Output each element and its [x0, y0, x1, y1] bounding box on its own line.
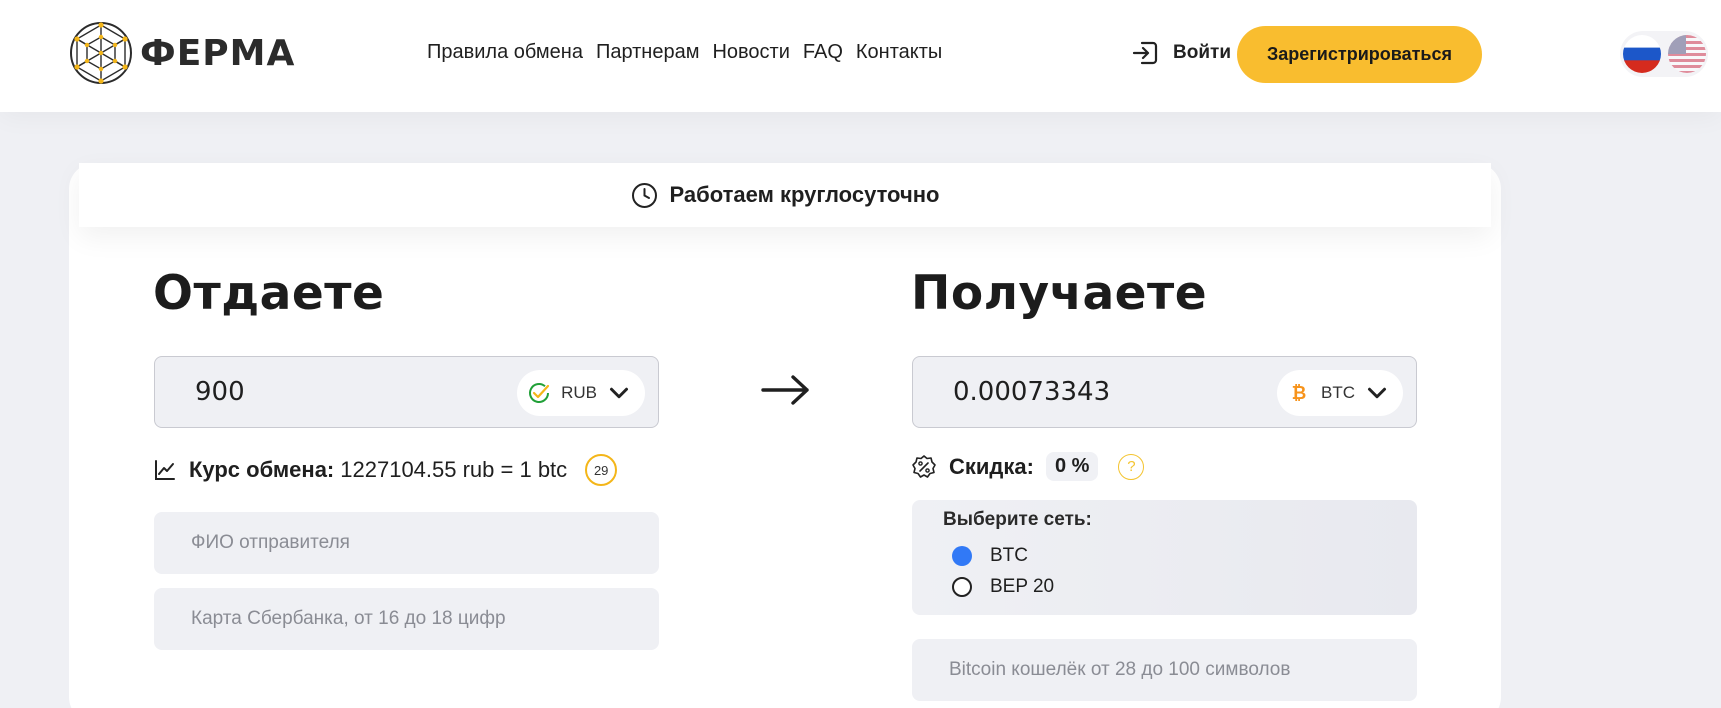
working-hours-banner: Работаем круглосуточно: [79, 163, 1491, 227]
us-flag-icon[interactable]: [1668, 35, 1706, 73]
discount-title: Скидка:: [949, 453, 1034, 479]
sender-name-input[interactable]: ФИО отправителя: [154, 512, 659, 574]
network-selector: Выберите сеть: BTC BEP 20: [912, 500, 1417, 615]
nav-contacts[interactable]: Контакты: [856, 41, 942, 64]
chevron-down-icon: [1368, 387, 1386, 399]
give-amount-value[interactable]: 900: [195, 377, 245, 407]
discount-value: 0 %: [1045, 452, 1099, 481]
wallet-address-input[interactable]: Bitcoin кошелёк от 28 до 100 символов: [912, 639, 1417, 701]
register-button[interactable]: Зарегистрироваться: [1237, 26, 1482, 83]
chevron-down-icon: [610, 387, 628, 399]
login-label: Войти: [1173, 42, 1231, 63]
network-option-bep20[interactable]: BEP 20: [952, 576, 1054, 598]
rate-value: 1227104.55 rub = 1 btc: [340, 457, 568, 482]
logo-text: ФЕРМА: [140, 32, 296, 74]
chart-icon: [155, 460, 175, 480]
ru-flag-icon[interactable]: [1623, 35, 1661, 73]
working-hours-text: Работаем круглосуточно: [669, 182, 940, 207]
network-label-btc: BTC: [990, 545, 1028, 566]
clock-icon: [631, 182, 657, 208]
arrow-right-icon: [761, 375, 809, 405]
login-icon: [1132, 41, 1158, 65]
nav-news[interactable]: Новости: [712, 41, 789, 64]
rate-timer: 29: [585, 454, 618, 486]
logo[interactable]: ФЕРМА: [68, 20, 295, 86]
nav-faq[interactable]: FAQ: [803, 41, 843, 64]
receive-heading: Получаете: [911, 266, 1208, 321]
main-nav: Правила обмена Партнерам Новости FAQ Кон…: [427, 41, 942, 64]
svg-text:₿: ₿: [1292, 383, 1307, 404]
sberbank-check-icon: [529, 383, 550, 403]
give-heading: Отдаете: [153, 266, 385, 321]
login-button[interactable]: Войти: [1131, 39, 1231, 67]
language-switcher[interactable]: [1620, 31, 1708, 77]
exchange-rate: Курс обмена: 1227104.55 rub = 1 btc 29: [153, 454, 618, 486]
discount: Скидка: 0 % ?: [911, 452, 1145, 481]
give-amount-field[interactable]: 900 RUB: [154, 356, 659, 428]
radio-bep20[interactable]: [952, 577, 972, 597]
receive-currency-label: BTC: [1321, 383, 1355, 402]
card-number-input[interactable]: Карта Сбербанка, от 16 до 18 цифр: [154, 588, 659, 650]
network-label-bep20: BEP 20: [990, 576, 1055, 597]
network-title: Выберите сеть:: [943, 509, 1092, 530]
network-option-btc[interactable]: BTC: [952, 545, 1028, 567]
receive-amount-field[interactable]: 0.00073343 ₿ BTC: [912, 356, 1417, 428]
site-header: ФЕРМА Правила обмена Партнерам Новости F…: [0, 0, 1721, 112]
radio-btc[interactable]: [952, 546, 972, 566]
nav-exchange-rules[interactable]: Правила обмена: [427, 41, 583, 64]
logo-globe-icon: [70, 22, 132, 84]
receive-currency-select[interactable]: ₿ BTC: [1277, 370, 1403, 416]
nav-partners[interactable]: Партнерам: [596, 41, 700, 64]
bitcoin-icon: ₿: [1292, 383, 1307, 404]
give-currency-select[interactable]: RUB: [517, 370, 645, 416]
discount-badge-icon: [912, 454, 936, 478]
help-icon[interactable]: ?: [1118, 453, 1145, 480]
rate-title: Курс обмена:: [189, 457, 335, 482]
receive-amount-value[interactable]: 0.00073343: [953, 377, 1110, 407]
give-currency-label: RUB: [561, 383, 597, 402]
